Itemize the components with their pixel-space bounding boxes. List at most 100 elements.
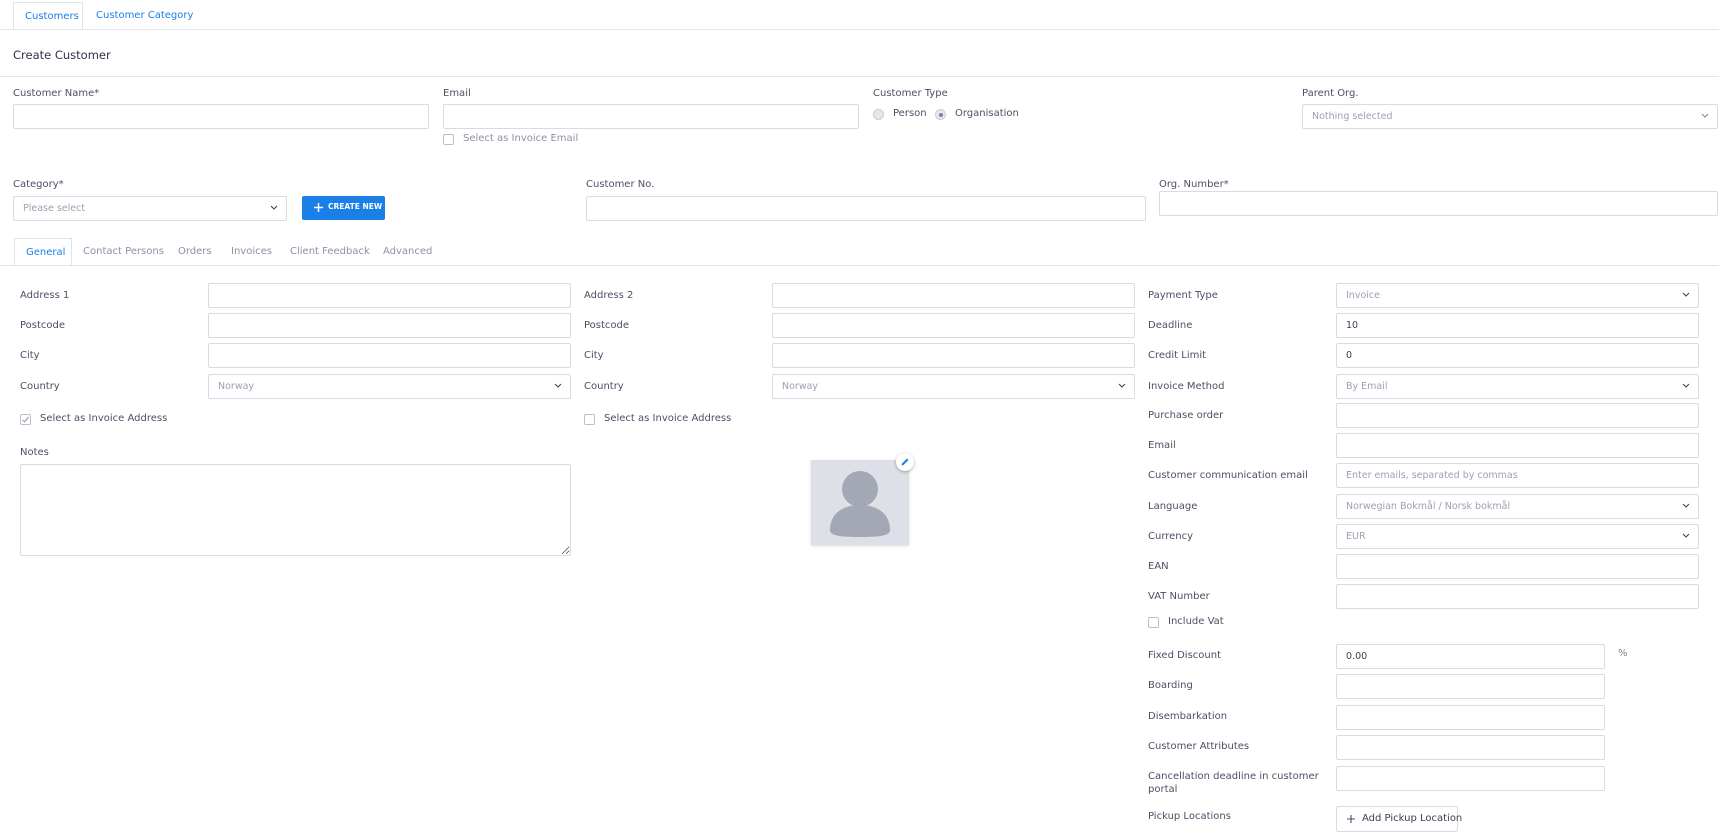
- address1-postcode-input[interactable]: [208, 313, 571, 338]
- edit-avatar-button[interactable]: [896, 453, 914, 471]
- payment-type-label: Payment Type: [1148, 290, 1218, 301]
- address1-label: Address 1: [20, 290, 70, 301]
- tab-general-label: General: [26, 247, 66, 258]
- email-label: Email: [443, 88, 471, 99]
- chevron-down-icon: [1682, 381, 1690, 389]
- disembarkation-input[interactable]: [1336, 705, 1605, 730]
- notes-label: Notes: [20, 447, 49, 458]
- create-new-button[interactable]: CREATE NEW: [302, 196, 385, 220]
- customer-name-label: Customer Name*: [13, 88, 100, 99]
- currency-label: Currency: [1148, 531, 1194, 542]
- tab-contact-persons[interactable]: Contact Persons: [83, 246, 164, 257]
- tab-advanced[interactable]: Advanced: [383, 246, 432, 257]
- cancellation-label-line2: portal: [1148, 784, 1178, 795]
- add-pickup-location-label: Add Pickup Location: [1362, 813, 1463, 824]
- email-input[interactable]: [443, 104, 859, 129]
- pencil-icon: [901, 458, 909, 466]
- invoice-method-label: Invoice Method: [1148, 381, 1225, 392]
- tab-orders[interactable]: Orders: [178, 246, 212, 257]
- tab-client-feedback[interactable]: Client Feedback: [290, 246, 370, 257]
- chevron-down-icon: [1118, 381, 1126, 389]
- payment-email-label: Email: [1148, 440, 1176, 451]
- customer-name-input[interactable]: [13, 104, 429, 129]
- category-select[interactable]: Please select: [13, 196, 287, 221]
- customer-attributes-label: Customer Attributes: [1148, 741, 1250, 752]
- avatar[interactable]: [811, 460, 909, 545]
- cancellation-deadline-input[interactable]: [1336, 766, 1605, 791]
- create-new-label: CREATE NEW: [328, 202, 383, 211]
- percent-sign: %: [1618, 648, 1628, 659]
- language-value: Norwegian Bokmål / Norsk bokmål: [1346, 501, 1511, 512]
- address1-city-input[interactable]: [208, 343, 571, 368]
- deadline-input[interactable]: [1336, 313, 1699, 338]
- tab-customer-category[interactable]: Customer Category: [96, 10, 193, 21]
- chevron-down-icon: [1682, 531, 1690, 539]
- address1-city-label: City: [20, 350, 40, 361]
- vat-number-label: VAT Number: [1148, 591, 1210, 602]
- address2-postcode-input[interactable]: [772, 313, 1135, 338]
- address1-input[interactable]: [208, 283, 571, 308]
- parent-org-label: Parent Org.: [1302, 88, 1359, 99]
- address2-city-input[interactable]: [772, 343, 1135, 368]
- pickup-locations-label: Pickup Locations: [1148, 811, 1231, 822]
- ean-input[interactable]: [1336, 554, 1699, 579]
- address2-country-label: Country: [584, 381, 624, 392]
- radio-person-label: Person: [893, 108, 927, 119]
- address2-city-label: City: [584, 350, 604, 361]
- tab-customers-label: Customers: [25, 11, 79, 22]
- chevron-down-icon: [270, 203, 278, 211]
- fixed-discount-input[interactable]: [1336, 644, 1605, 669]
- invoice-method-select[interactable]: By Email: [1336, 374, 1699, 399]
- chevron-down-icon: [1701, 111, 1709, 119]
- comm-email-label: Customer communication email: [1148, 470, 1308, 481]
- payment-email-input[interactable]: [1336, 433, 1699, 458]
- vat-number-input[interactable]: [1336, 584, 1699, 609]
- notes-textarea[interactable]: [20, 464, 571, 556]
- language-label: Language: [1148, 501, 1198, 512]
- include-vat-checkbox[interactable]: [1148, 617, 1159, 628]
- credit-limit-label: Credit Limit: [1148, 350, 1207, 361]
- chevron-down-icon: [1682, 501, 1690, 509]
- address2-input[interactable]: [772, 283, 1135, 308]
- credit-limit-input[interactable]: [1336, 343, 1699, 368]
- sub-tab-divider: [0, 265, 1719, 266]
- boarding-label: Boarding: [1148, 680, 1193, 691]
- comm-email-input[interactable]: [1336, 463, 1699, 488]
- payment-type-select[interactable]: Invoice: [1336, 283, 1699, 308]
- tab-invoices[interactable]: Invoices: [231, 246, 272, 257]
- title-divider: [0, 76, 1719, 77]
- radio-person[interactable]: [873, 109, 884, 120]
- address2-label: Address 2: [584, 290, 634, 301]
- top-tab-divider: [0, 29, 1719, 30]
- invoice-email-checkbox[interactable]: [443, 134, 454, 145]
- invoice-email-label: Select as Invoice Email: [463, 133, 579, 144]
- address2-country-select[interactable]: Norway: [772, 374, 1135, 399]
- customer-type-label: Customer Type: [873, 88, 948, 99]
- org-number-label: Org. Number*: [1159, 179, 1229, 190]
- radio-organisation-label: Organisation: [955, 108, 1019, 119]
- address2-country-value: Norway: [782, 381, 819, 392]
- address2-invoice-checkbox[interactable]: [584, 414, 595, 425]
- disembarkation-label: Disembarkation: [1148, 711, 1228, 722]
- address1-invoice-checkbox[interactable]: [20, 414, 31, 425]
- page-title: Create Customer: [13, 48, 111, 62]
- purchase-order-input[interactable]: [1336, 403, 1699, 428]
- fixed-discount-label: Fixed Discount: [1148, 650, 1221, 661]
- address1-country-value: Norway: [218, 381, 255, 392]
- customer-attributes-input[interactable]: [1336, 735, 1605, 760]
- currency-value: EUR: [1346, 531, 1366, 542]
- tab-general[interactable]: General: [14, 238, 72, 266]
- ean-label: EAN: [1148, 561, 1169, 572]
- customer-no-input[interactable]: [586, 196, 1146, 221]
- plus-icon: [1346, 814, 1356, 824]
- currency-select[interactable]: EUR: [1336, 524, 1699, 549]
- add-pickup-location-button[interactable]: Add Pickup Location: [1336, 806, 1462, 832]
- tab-customers[interactable]: Customers: [13, 2, 83, 30]
- org-number-input[interactable]: [1159, 191, 1718, 216]
- language-select[interactable]: Norwegian Bokmål / Norsk bokmål: [1336, 494, 1699, 519]
- boarding-input[interactable]: [1336, 674, 1605, 699]
- category-label: Category*: [13, 179, 64, 190]
- address1-country-select[interactable]: Norway: [208, 374, 571, 399]
- parent-org-select[interactable]: Nothing selected: [1302, 104, 1718, 129]
- radio-organisation[interactable]: [935, 109, 946, 120]
